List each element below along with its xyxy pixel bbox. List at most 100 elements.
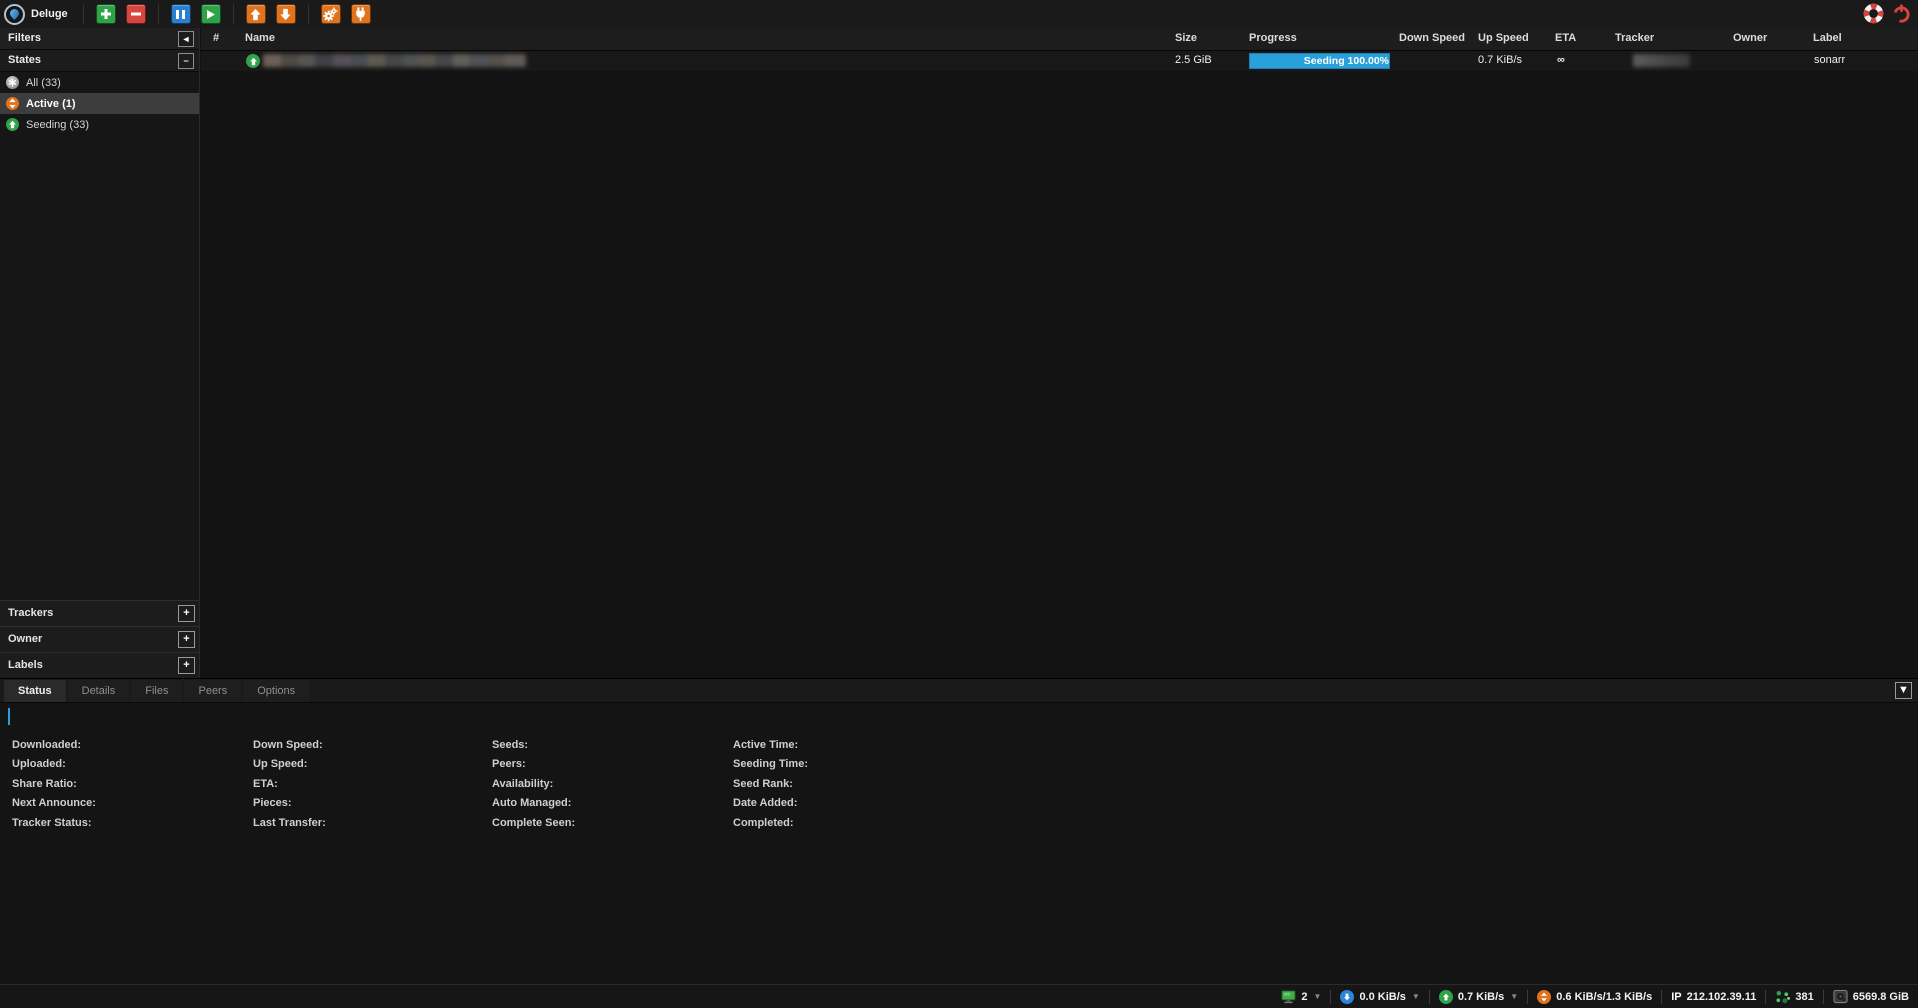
- label-peers: Peers:: [492, 755, 575, 774]
- col-name[interactable]: Name: [245, 32, 275, 44]
- help-button[interactable]: [1863, 3, 1884, 24]
- arrow-up-icon: [249, 8, 262, 21]
- download-icon: [1340, 990, 1354, 1004]
- col-up-speed[interactable]: Up Speed: [1478, 32, 1529, 44]
- status-bar: 2 ▼ 0.0 KiB/s ▼ 0.7 KiB/s ▼: [0, 984, 1918, 1008]
- disk-icon: [1833, 989, 1848, 1004]
- sidebar-item-label: All (33): [26, 77, 61, 89]
- col-eta[interactable]: ETA: [1555, 32, 1576, 44]
- connections-indicator[interactable]: 2 ▼: [1272, 990, 1330, 1004]
- label-pieces: Pieces:: [253, 794, 326, 813]
- preferences-button[interactable]: [321, 4, 341, 24]
- toolbar-separator: [308, 4, 309, 24]
- resume-button[interactable]: [201, 4, 221, 24]
- owner-section-header[interactable]: Owner +: [0, 626, 199, 652]
- label-downloaded: Downloaded:: [12, 736, 96, 755]
- label-availability: Availability:: [492, 775, 575, 794]
- minus-icon: [130, 8, 142, 20]
- label-uploaded: Uploaded:: [12, 755, 96, 774]
- remove-torrent-button[interactable]: [126, 4, 146, 24]
- filters-header: Filters ◄: [0, 28, 199, 50]
- status-column-2: Down Speed: Up Speed: ETA: Pieces: Last …: [253, 736, 326, 833]
- ip-value: 212.102.39.11: [1687, 991, 1757, 1003]
- tab-status[interactable]: Status: [4, 680, 66, 702]
- dht-nodes-count: 381: [1795, 991, 1813, 1003]
- col-size[interactable]: Size: [1175, 32, 1197, 44]
- protocol-traffic-indicator: 0.6 KiB/s/1.3 KiB/s: [1528, 990, 1661, 1004]
- sidebar-item-seeding[interactable]: Seeding (33): [0, 114, 199, 135]
- torrent-name-redacted: [263, 54, 526, 67]
- sidebar-collapsed-sections: Trackers + Owner + Labels +: [0, 600, 199, 678]
- progress-bar: Seeding 100.00%: [1249, 53, 1390, 69]
- upload-speed-value: 0.7 KiB/s: [1458, 991, 1504, 1003]
- toolbar: Deluge: [0, 0, 1918, 29]
- protocol-traffic-icon: [1537, 990, 1551, 1004]
- dht-nodes-icon: [1775, 990, 1790, 1004]
- tab-peers[interactable]: Peers: [184, 680, 241, 702]
- col-number[interactable]: #: [213, 32, 219, 44]
- collapse-panel-button[interactable]: ▼: [1895, 682, 1912, 699]
- monitor-icon: [1281, 990, 1296, 1004]
- states-section-header[interactable]: States −: [0, 50, 199, 72]
- app-title: Deluge: [31, 8, 68, 20]
- seeding-state-icon: [6, 118, 19, 131]
- status-column-3: Seeds: Peers: Availability: Auto Managed…: [492, 736, 575, 833]
- cell-tracker-redacted: [1633, 54, 1690, 67]
- free-space-indicator: 6569.8 GiB: [1824, 989, 1912, 1004]
- dropdown-caret-icon: ▼: [1314, 992, 1322, 1001]
- protocol-traffic-value: 0.6 KiB/s/1.3 KiB/s: [1556, 991, 1652, 1003]
- label-date-added: Date Added:: [733, 794, 808, 813]
- trackers-section-header[interactable]: Trackers +: [0, 600, 199, 626]
- col-tracker[interactable]: Tracker: [1615, 32, 1654, 44]
- seeding-state-icon: [246, 54, 260, 68]
- expand-owner-button[interactable]: +: [178, 631, 195, 648]
- play-icon: [205, 9, 216, 20]
- owner-title: Owner: [8, 633, 42, 645]
- label-auto-managed: Auto Managed:: [492, 794, 575, 813]
- label-seed-rank: Seed Rank:: [733, 775, 808, 794]
- upload-speed-indicator[interactable]: 0.7 KiB/s ▼: [1430, 990, 1527, 1004]
- sidebar-item-label: Active (1): [26, 98, 76, 110]
- col-down-speed[interactable]: Down Speed: [1399, 32, 1465, 44]
- queue-down-button[interactable]: [276, 4, 296, 24]
- cell-up-speed: 0.7 KiB/s: [1478, 54, 1522, 66]
- collapse-sidebar-button[interactable]: ◄: [178, 31, 194, 47]
- label-up-speed: Up Speed:: [253, 755, 326, 774]
- labels-section-header[interactable]: Labels +: [0, 652, 199, 678]
- cell-size: 2.5 GiB: [1175, 54, 1212, 66]
- label-completed: Completed:: [733, 814, 808, 833]
- filters-sidebar: Filters ◄ States − All (33) Act: [0, 28, 200, 678]
- expand-trackers-button[interactable]: +: [178, 605, 195, 622]
- plug-icon: [354, 7, 367, 21]
- progress-label: Seeding 100.00%: [1304, 55, 1389, 67]
- empty-progress-indicator: [8, 708, 10, 725]
- logout-button[interactable]: [1891, 3, 1912, 24]
- label-eta: ETA:: [253, 775, 326, 794]
- status-column-4: Active Time: Seeding Time: Seed Rank: Da…: [733, 736, 808, 833]
- queue-up-button[interactable]: [246, 4, 266, 24]
- tab-details[interactable]: Details: [68, 680, 130, 702]
- trackers-title: Trackers: [8, 607, 53, 619]
- tab-files[interactable]: Files: [131, 680, 182, 702]
- cell-label: sonarr: [1814, 54, 1845, 66]
- arrow-down-icon: [279, 8, 292, 21]
- tab-options[interactable]: Options: [243, 680, 309, 702]
- table-row[interactable]: 2.5 GiB Seeding 100.00% 0.7 KiB/s ∞ sona…: [201, 51, 1918, 71]
- gears-icon: [323, 7, 338, 22]
- expand-labels-button[interactable]: +: [178, 657, 195, 674]
- details-tabs: Status Details Files Peers Options ▼: [0, 679, 1918, 703]
- collapse-states-button[interactable]: −: [178, 53, 194, 69]
- details-panel: Status Details Files Peers Options ▼ Dow…: [0, 678, 1918, 985]
- pause-button[interactable]: [171, 4, 191, 24]
- label-complete-seen: Complete Seen:: [492, 814, 575, 833]
- sidebar-item-all[interactable]: All (33): [0, 72, 199, 93]
- col-owner[interactable]: Owner: [1733, 32, 1767, 44]
- status-column-1: Downloaded: Uploaded: Share Ratio: Next …: [12, 736, 96, 833]
- download-speed-indicator[interactable]: 0.0 KiB/s ▼: [1331, 990, 1428, 1004]
- add-torrent-button[interactable]: [96, 4, 116, 24]
- col-label[interactable]: Label: [1813, 32, 1842, 44]
- sidebar-item-active[interactable]: Active (1): [0, 93, 199, 114]
- col-progress[interactable]: Progress: [1249, 32, 1297, 44]
- connection-manager-button[interactable]: [351, 4, 371, 24]
- download-speed-value: 0.0 KiB/s: [1359, 991, 1405, 1003]
